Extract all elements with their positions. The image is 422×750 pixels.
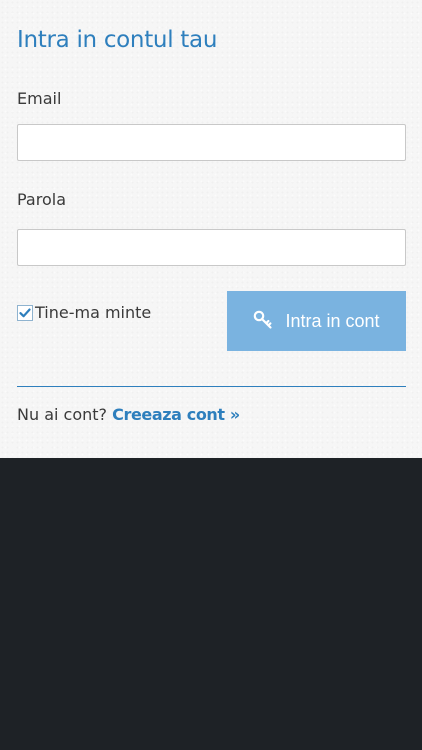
password-field[interactable] bbox=[17, 229, 406, 266]
page-title: Intra in contul tau bbox=[17, 27, 218, 53]
password-label: Parola bbox=[17, 190, 66, 209]
login-panel: Intra in contul tau Email Parola Tine-ma… bbox=[0, 0, 422, 458]
remember-me-checkbox[interactable] bbox=[17, 304, 33, 321]
signup-prompt: Nu ai cont? Creeaza cont » bbox=[17, 405, 240, 424]
login-button[interactable]: Intra in cont bbox=[227, 291, 406, 351]
signup-prompt-text: Nu ai cont? bbox=[17, 405, 108, 424]
email-label: Email bbox=[17, 89, 62, 108]
checkmark-icon bbox=[19, 308, 31, 317]
divider bbox=[17, 386, 406, 387]
remember-me-label: Tine-ma minte bbox=[35, 303, 152, 322]
remember-me[interactable]: Tine-ma minte bbox=[17, 303, 151, 322]
email-field[interactable] bbox=[17, 124, 406, 161]
key-icon bbox=[253, 310, 273, 330]
login-button-label: Intra in cont bbox=[285, 310, 380, 331]
create-account-link[interactable]: Creeaza cont » bbox=[112, 405, 240, 424]
page: Intra in contul tau Email Parola Tine-ma… bbox=[0, 0, 422, 750]
